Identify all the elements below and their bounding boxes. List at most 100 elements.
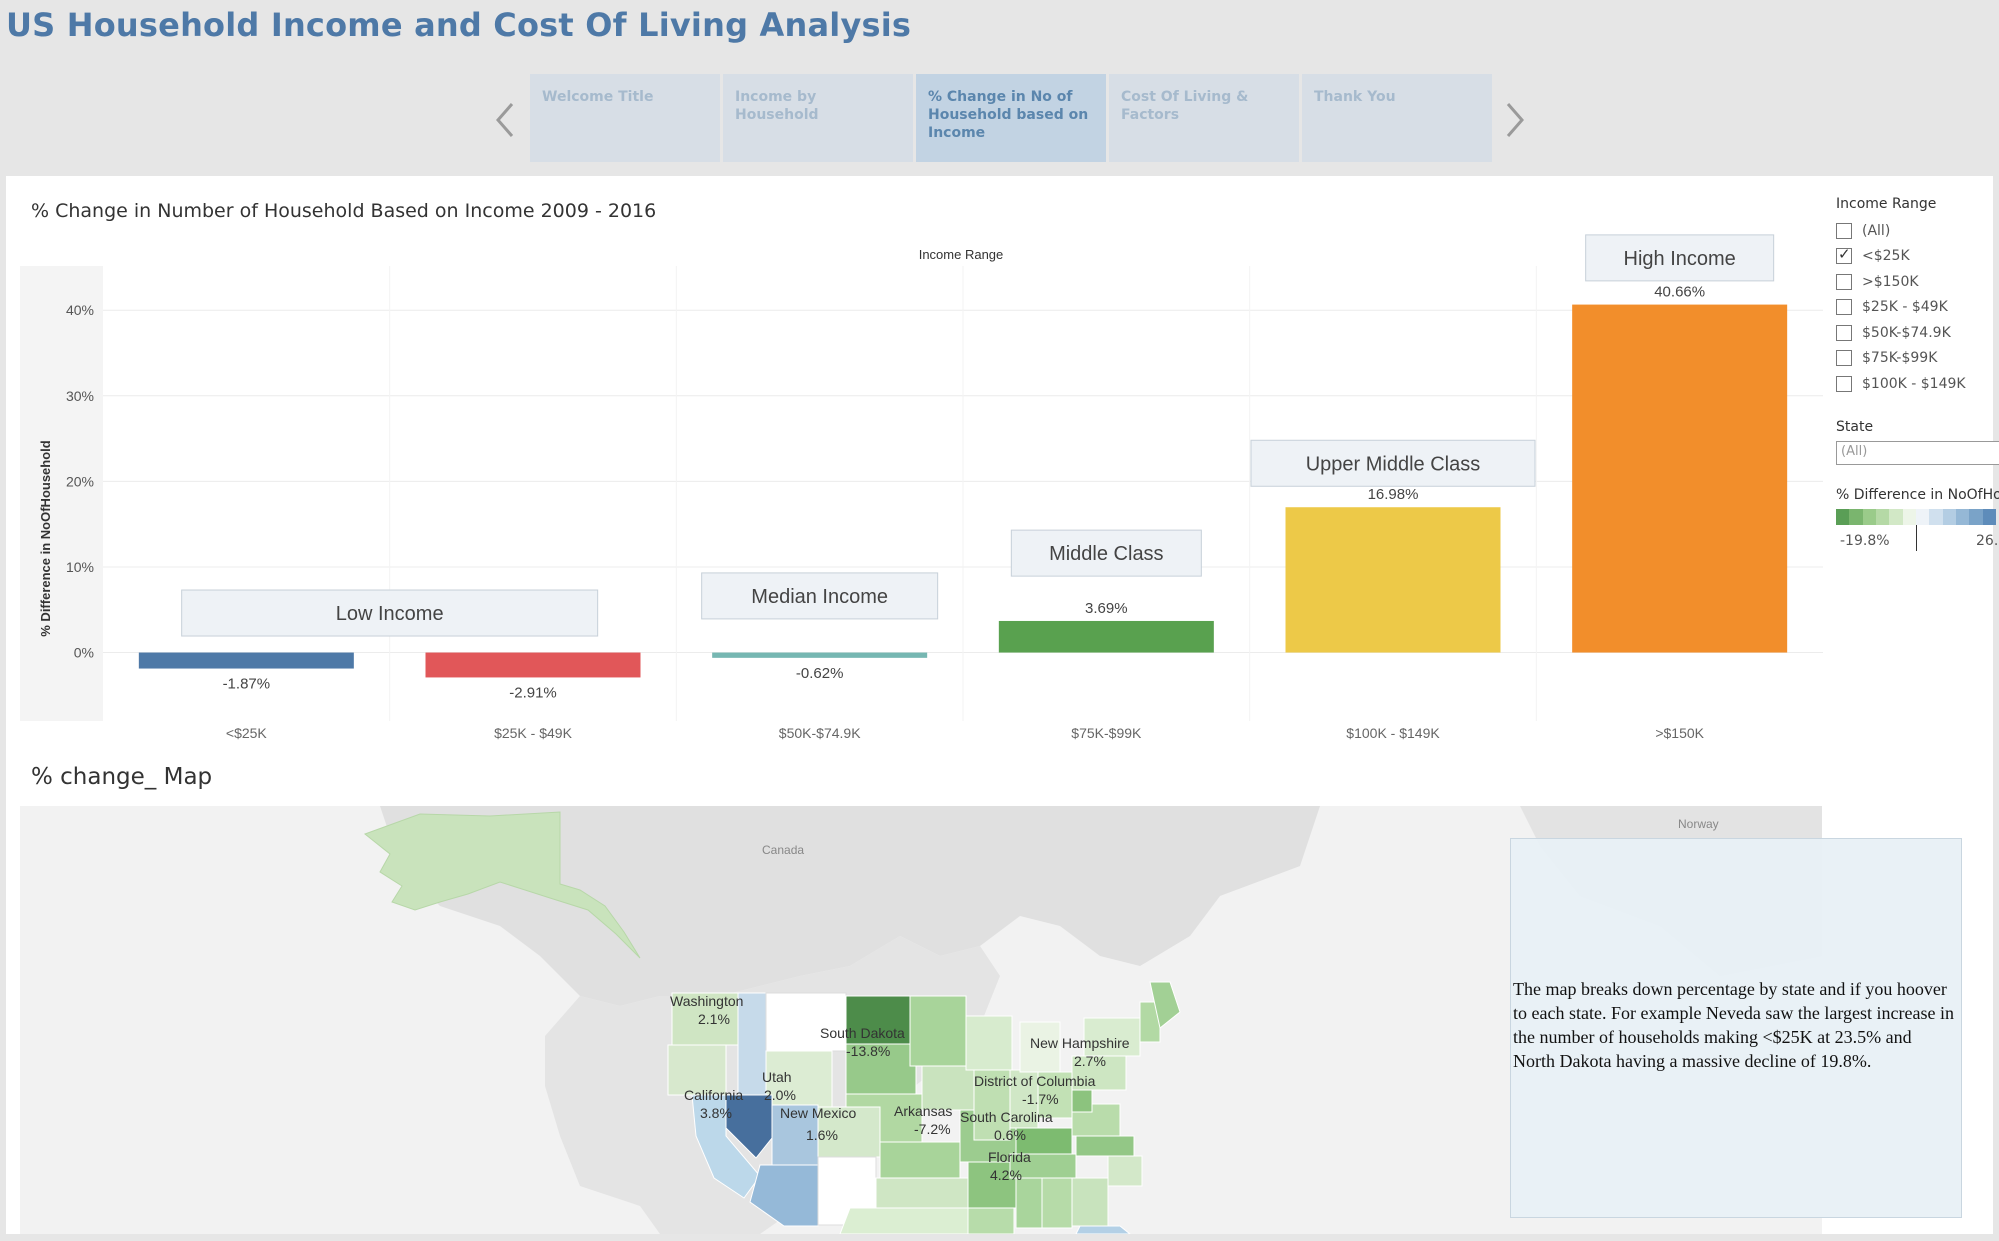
income-range-option-label: $75K-$99K [1862, 350, 1938, 367]
wisconsin-state[interactable] [965, 1015, 1013, 1071]
map-label-south-dakota: South Dakota [820, 1025, 905, 1041]
bar[interactable] [138, 652, 354, 669]
x-category-label: $25K - $49K [494, 725, 572, 741]
story-point-welcome[interactable]: Welcome Title [530, 74, 720, 162]
x-category-label: $50K-$74.9K [779, 725, 861, 741]
income-range-filter: (All) <$25K >$150K $25K - $49K $50K-$74.9K $7… [1836, 218, 1999, 397]
map-label-south-carolina-value: 0.6% [994, 1127, 1026, 1143]
alabama-state[interactable] [1041, 1177, 1073, 1229]
legend-swatch [1849, 508, 1863, 525]
florida-state[interactable] [1075, 1225, 1131, 1234]
dashboard-title: US Household Income and Cost Of Living A… [6, 6, 912, 44]
bar-value-label: 16.98% [1368, 486, 1419, 503]
bar[interactable] [998, 620, 1214, 653]
map-label-utah-value: 2.0% [764, 1087, 796, 1103]
dashboard-panel: 0% 10% 20% 30% 40% Income Range % Difference i… [6, 176, 1999, 1234]
louisiana-state[interactable] [967, 1207, 1015, 1234]
legend-swatch [1836, 508, 1850, 525]
bar-value-label: 40.66% [1654, 284, 1705, 301]
minnesota-state[interactable] [909, 995, 967, 1067]
x-category-label: >$150K [1655, 725, 1704, 741]
checkbox[interactable] [1836, 245, 1852, 265]
income-range-option[interactable]: $50K-$74.9K [1836, 320, 1999, 346]
chevron-left-icon [496, 103, 514, 137]
y-tick-label: 20% [66, 473, 94, 489]
map-label-south-carolina: South Carolina [960, 1109, 1053, 1125]
legend-swatch [1875, 508, 1890, 525]
next-story-button[interactable] [1500, 98, 1530, 142]
bar-value-label: -1.87% [223, 676, 271, 693]
income-range-option[interactable]: <$25K [1836, 244, 1999, 270]
x-category-label: <$25K [226, 725, 268, 741]
map-label-new-hampshire: New Hampshire [1030, 1035, 1130, 1051]
story-point-cost-of-living[interactable]: Cost Of Living & Factors [1109, 74, 1299, 162]
story-navigator: Welcome Title Income by Household % Chan… [490, 72, 1530, 164]
filters-panel: Income Range (All) <$25K >$150K $25K - $49K… [1836, 196, 1999, 563]
y-tick-label: 40% [66, 302, 94, 318]
checkbox[interactable] [1836, 299, 1852, 316]
income-range-option[interactable]: $25K - $49K [1836, 295, 1999, 321]
income-range-option-label: >$150K [1862, 273, 1919, 290]
legend-swatch [1942, 508, 1956, 525]
map-label-washington: Washington [670, 993, 743, 1009]
checkbox[interactable] [1836, 222, 1852, 239]
story-point-percent-change[interactable]: % Change in No of Household based on Inc… [916, 74, 1106, 162]
y-tick-label: 10% [66, 559, 94, 575]
checkbox[interactable] [1836, 375, 1852, 392]
story-point-thank-you[interactable]: Thank You [1302, 74, 1492, 162]
x-category-label: $75K-$99K [1071, 725, 1142, 741]
georgia-state[interactable] [1071, 1177, 1109, 1227]
annotation-text: Upper Middle Class [1306, 453, 1481, 475]
legend-swatch [1955, 508, 1970, 525]
map-label-florida-value: 4.2% [990, 1167, 1022, 1183]
checkbox[interactable] [1836, 273, 1852, 290]
income-range-option[interactable]: (All) [1836, 218, 1999, 244]
legend-swatch [1982, 508, 1996, 525]
previous-story-button[interactable] [490, 98, 520, 142]
checkbox[interactable] [1836, 350, 1852, 367]
legend-swatch [1915, 508, 1930, 525]
map-annotation-text: The map breaks down percentage by state … [1510, 838, 1962, 1218]
income-range-option-label: (All) [1862, 222, 1891, 239]
legend-swatch [1862, 508, 1876, 525]
map-label-norway: Norway [1678, 817, 1719, 831]
map-label-washington-value: 2.1% [698, 1011, 730, 1027]
column-header-label: Income Range [919, 247, 1004, 262]
legend-swatch [1902, 508, 1916, 525]
oklahoma-state[interactable] [875, 1177, 969, 1209]
chart-title: % Change in Number of Household Based on… [31, 200, 657, 222]
color-legend-labels: -19.8% 26. [1836, 524, 1999, 563]
color-legend-heading: % Difference in NoOfHo [1836, 486, 1999, 503]
bar[interactable] [1572, 304, 1788, 653]
legend-marker [1916, 524, 1917, 551]
bar[interactable] [1285, 507, 1501, 653]
map-label-arkansas: Arkansas [894, 1103, 952, 1119]
income-range-option[interactable]: >$150K [1836, 269, 1999, 295]
bar[interactable] [712, 652, 928, 658]
checkbox[interactable] [1836, 324, 1852, 341]
annotation-text: High Income [1624, 248, 1736, 270]
montana-state[interactable] [765, 992, 847, 1052]
mississippi-state[interactable] [1015, 1177, 1043, 1229]
north-carolina-state[interactable] [1075, 1135, 1135, 1157]
kansas-state[interactable] [879, 1141, 961, 1179]
map-label-california: California [684, 1087, 743, 1103]
map-label-california-value: 3.8% [700, 1105, 732, 1121]
bar[interactable] [425, 652, 641, 678]
map-label-new-mexico: New Mexico [780, 1105, 856, 1121]
map-label-florida: Florida [988, 1149, 1031, 1165]
y-axis-title: % Difference in NoOfHousehold [38, 440, 53, 637]
color-legend-gradient [1836, 508, 1996, 525]
y-tick-label: 0% [74, 645, 94, 661]
map-label-district-of-columbia: District of Columbia [974, 1073, 1096, 1089]
income-range-option-label: $25K - $49K [1862, 299, 1948, 316]
south-carolina-state[interactable] [1107, 1155, 1143, 1187]
legend-swatch [1889, 508, 1903, 525]
x-category-label: $100K - $149K [1346, 725, 1440, 741]
west-virginia-state[interactable] [1071, 1089, 1093, 1113]
state-filter-dropdown[interactable]: (All) [1836, 440, 1999, 465]
income-range-option[interactable]: $100K - $149K [1836, 371, 1999, 397]
texas-state[interactable] [839, 1207, 981, 1234]
story-point-income-by-household[interactable]: Income by Household [723, 74, 913, 162]
income-range-option[interactable]: $75K-$99K [1836, 346, 1999, 372]
